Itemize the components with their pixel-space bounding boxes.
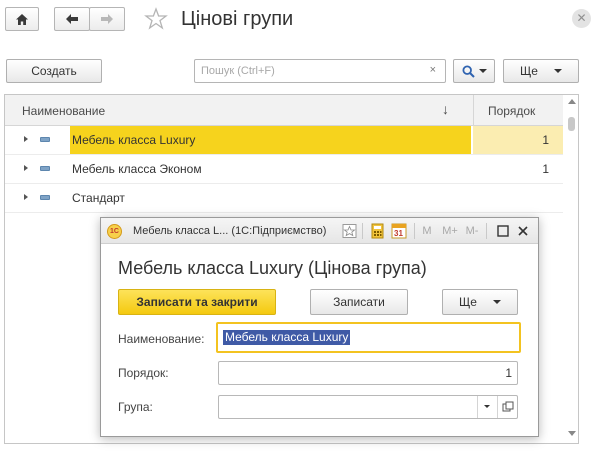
arrow-right-icon — [101, 14, 113, 24]
price-group-dialog: 1С Мебель класса L... (1С:Підприємство) … — [100, 217, 539, 437]
chevron-down-icon — [492, 300, 501, 304]
table-row[interactable]: Мебель класса Luxury 1 — [5, 126, 563, 155]
cell-name: Мебель класса Luxury — [70, 126, 471, 154]
order-field[interactable]: 1 — [218, 361, 518, 385]
maximize-icon[interactable] — [497, 223, 509, 239]
app-1c-icon: 1С — [107, 224, 122, 239]
calendar-icon[interactable]: 31 — [391, 223, 407, 239]
expand-icon[interactable] — [24, 194, 28, 200]
search-placeholder: Пошук (Ctrl+F) — [201, 65, 275, 77]
scroll-up-icon[interactable] — [568, 99, 576, 104]
more-button[interactable]: Ще — [503, 59, 579, 83]
clear-icon[interactable]: × — [430, 64, 436, 76]
create-button[interactable]: Создать — [6, 59, 102, 83]
expand-icon[interactable] — [24, 165, 28, 171]
chevron-down-icon — [553, 69, 562, 73]
group-dropdown-button[interactable] — [477, 396, 497, 418]
sort-down-icon: ↓ — [442, 101, 449, 117]
cell-order: 1 — [473, 126, 563, 154]
star-icon[interactable] — [144, 6, 168, 32]
calendar-day: 31 — [394, 229, 403, 238]
cell-order — [473, 184, 563, 212]
cell-name-text: Стандарт — [72, 191, 125, 205]
dialog-more-button[interactable]: Ще — [442, 289, 518, 315]
more-button-label: Ще — [520, 64, 538, 78]
name-field-label: Наименование: — [118, 332, 205, 346]
dialog-more-label: Ще — [459, 295, 477, 309]
chevron-down-icon — [478, 69, 487, 73]
memory-button-m-minus[interactable]: M- — [464, 223, 480, 239]
page-title: Цінові групи — [181, 8, 294, 30]
dialog-titlebar[interactable]: 1С Мебель класса L... (1С:Підприємство) … — [101, 218, 538, 244]
expand-icon[interactable] — [24, 136, 28, 142]
toolbar-divider — [486, 223, 487, 239]
toolbar-divider — [414, 223, 415, 239]
order-field-value: 1 — [505, 366, 512, 380]
home-icon — [16, 13, 28, 25]
cell-name: Мебель класса Эконом — [70, 155, 471, 183]
group-field[interactable] — [218, 395, 518, 419]
save-and-close-button[interactable]: Записати та закрити — [118, 289, 276, 315]
close-icon[interactable] — [517, 223, 529, 239]
group-open-button[interactable] — [497, 396, 517, 418]
search-icon — [461, 64, 475, 78]
cell-name-text: Мебель класса Эконом — [72, 162, 202, 176]
table-header: Наименование ↓ Порядок — [5, 95, 563, 126]
table-row[interactable]: Мебель класса Эконом 1 — [5, 155, 563, 184]
arrow-left-icon — [66, 14, 78, 24]
name-field[interactable]: Мебель класса Luxury — [216, 322, 521, 353]
table-row[interactable]: Стандарт — [5, 184, 563, 213]
name-field-value: Мебель класса Luxury — [223, 330, 351, 345]
memory-button-m[interactable]: M — [422, 223, 432, 239]
cell-order: 1 — [473, 155, 563, 183]
search-input[interactable]: Пошук (Ctrl+F) × — [194, 59, 446, 83]
toolbar-divider — [362, 223, 363, 239]
dialog-heading: Мебель класса Luxury (Цінова група) — [118, 258, 427, 278]
cell-name-text: Мебель класса Luxury — [72, 133, 196, 147]
open-form-icon — [502, 401, 514, 412]
cell-name: Стандарт — [70, 184, 471, 212]
chevron-down-icon — [484, 405, 490, 408]
create-button-label: Создать — [31, 64, 77, 78]
group-item-icon — [40, 166, 50, 171]
back-button[interactable] — [54, 7, 90, 31]
close-icon[interactable]: ✕ — [572, 9, 591, 28]
forward-button[interactable] — [89, 7, 125, 31]
home-button[interactable] — [5, 7, 39, 31]
save-button-label: Записати — [333, 295, 385, 309]
order-field-label: Порядок: — [118, 366, 169, 380]
scroll-down-icon[interactable] — [568, 431, 576, 436]
column-divider — [473, 95, 474, 126]
save-button[interactable]: Записати — [310, 289, 408, 315]
calculator-icon[interactable] — [371, 223, 384, 239]
vertical-scrollbar[interactable] — [566, 95, 578, 443]
group-field-label: Група: — [118, 400, 153, 414]
dialog-window-title: Мебель класса L... (1С:Підприємство) — [133, 225, 327, 237]
scroll-thumb[interactable] — [568, 117, 575, 131]
cell-order-text: 1 — [542, 133, 549, 147]
group-item-icon — [40, 195, 50, 200]
memory-button-m-plus[interactable]: M+ — [442, 223, 458, 239]
group-item-icon — [40, 137, 50, 142]
cell-order-text: 1 — [542, 162, 549, 176]
search-options-button[interactable] — [453, 59, 495, 83]
star-icon[interactable] — [342, 223, 357, 239]
column-header-name[interactable]: Наименование — [22, 104, 105, 118]
save-and-close-label: Записати та закрити — [136, 295, 258, 309]
column-header-order[interactable]: Порядок — [488, 104, 535, 118]
